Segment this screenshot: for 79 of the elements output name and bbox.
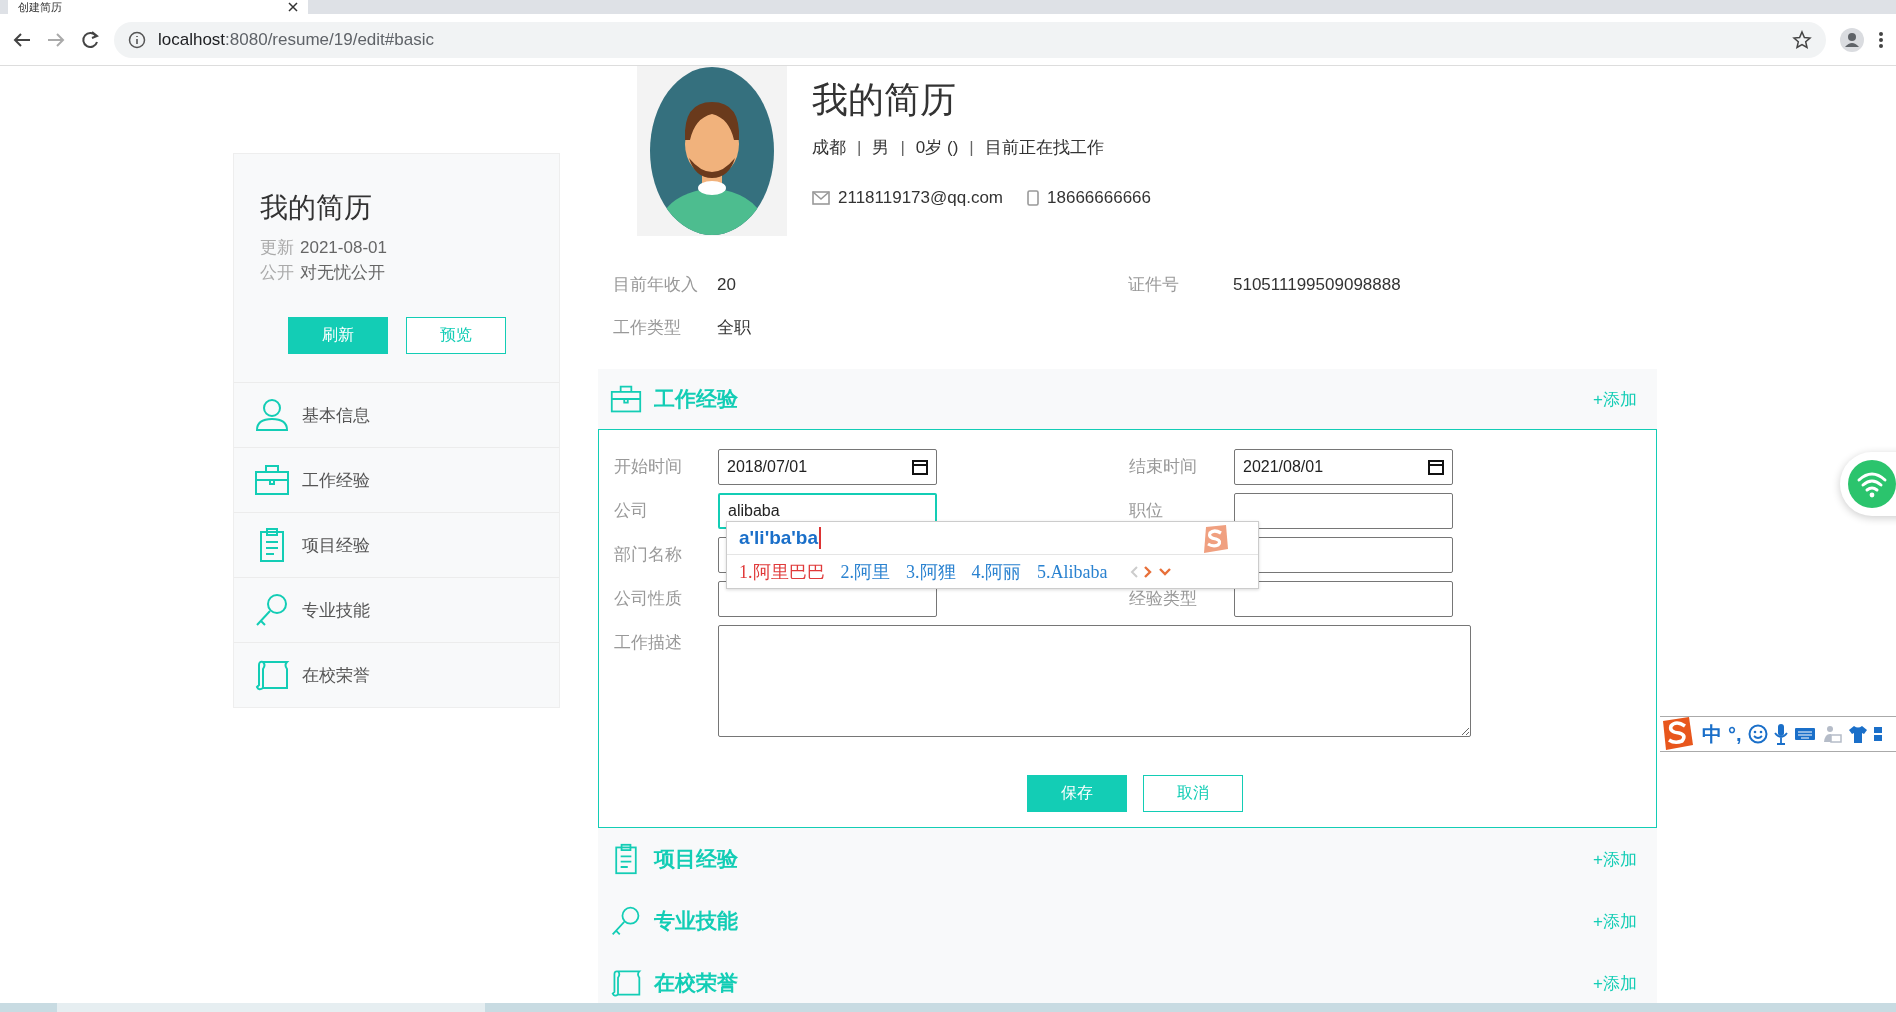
meta-value: 对无忧公开 (300, 262, 385, 284)
smiley-icon[interactable] (1747, 724, 1768, 744)
ime-mode-toggle[interactable]: 中 (1702, 720, 1722, 748)
sidebar-item[interactable]: 在校荣誉 (234, 642, 559, 707)
close-icon (288, 2, 298, 12)
meta-label: 更新 (260, 237, 294, 259)
magnifier-icon (610, 905, 642, 937)
meta-label: 公开 (260, 262, 294, 284)
calendar-icon (1428, 459, 1444, 475)
description-field[interactable] (718, 625, 1471, 737)
address-bar[interactable]: localhost:8080/resume/19/edit#basic (114, 21, 1826, 58)
separator: | (968, 137, 975, 159)
floating-widget[interactable] (1840, 452, 1896, 516)
section-title: 专业技能 (654, 908, 739, 934)
profile-icon[interactable] (1840, 27, 1864, 52)
profile-detail: 男 (872, 137, 890, 159)
date-field[interactable]: 2018/07/01 (718, 449, 937, 485)
ime-candidate[interactable]: 4.阿丽 (971, 560, 1021, 584)
shirt-icon[interactable] (1847, 724, 1868, 744)
field-label: 公司 (614, 500, 649, 522)
profile-detail: 目前正在找工作 (984, 137, 1104, 159)
calendar-icon (912, 459, 928, 475)
keyboard-icon[interactable] (1793, 726, 1816, 742)
field-label: 经验类型 (1129, 588, 1198, 610)
chevron-right-icon[interactable] (1143, 565, 1154, 579)
briefcase-icon (610, 383, 642, 415)
s-logo-icon[interactable] (1660, 716, 1696, 752)
microphone-icon[interactable] (1773, 723, 1788, 745)
info-label: 工作类型 (613, 317, 682, 339)
ime-candidate[interactable]: 5.Alibaba (1037, 561, 1108, 583)
ime-candidate[interactable]: 1.阿里巴巴 (739, 560, 825, 584)
magnifier-icon (254, 592, 290, 628)
resume-title: 我的简历 (260, 191, 373, 225)
field-label: 公司性质 (614, 588, 683, 610)
url-text: localhost:8080/resume/19/edit#basic (158, 29, 435, 50)
reload-icon[interactable] (80, 29, 100, 50)
section-title: 工作经验 (654, 386, 739, 412)
briefcase-icon (254, 462, 290, 498)
resume-name: 我的简历 (812, 78, 957, 122)
field-label: 部门名称 (614, 544, 683, 566)
field-label: 开始时间 (614, 456, 683, 478)
star-icon[interactable] (1792, 29, 1812, 50)
phone-text: 18666666666 (1047, 188, 1152, 208)
section-title: 项目经验 (654, 846, 739, 872)
info-value: 20 (717, 274, 737, 296)
email-text: 2118119173@qq.com (838, 188, 1004, 208)
field-label: 职位 (1129, 500, 1164, 522)
meta-value: 2021-08-01 (300, 237, 387, 259)
info-label: 证件号 (1128, 274, 1180, 296)
field-label: 工作描述 (614, 632, 683, 654)
ime-candidate[interactable]: 3.阿狸 (906, 560, 956, 584)
sidebar-item[interactable]: 项目经验 (234, 512, 559, 577)
ime-composition: a'li'ba'ba (739, 527, 822, 549)
field-label: 结束时间 (1129, 456, 1198, 478)
sidebar-item[interactable]: 工作经验 (234, 447, 559, 512)
section-title: 在校荣誉 (654, 970, 739, 996)
info-icon (128, 30, 146, 49)
profile-detail: 成都 (812, 137, 846, 159)
phone-icon (1027, 190, 1040, 206)
separator: | (899, 137, 906, 159)
ime-candidate[interactable]: 2.阿里 (840, 560, 890, 584)
profile-detail: 0岁 () (915, 137, 959, 159)
text-field[interactable] (1234, 493, 1453, 529)
text-field[interactable] (1234, 581, 1453, 617)
punctuation-toggle[interactable]: °, (1728, 722, 1742, 746)
browser-tab[interactable]: 创建简历 (8, 0, 308, 14)
person-icon (254, 397, 290, 433)
horizontal-scrollbar[interactable] (0, 1003, 1896, 1012)
info-label: 目前年收入 (613, 274, 699, 296)
sidebar-item[interactable]: 基本信息 (234, 382, 559, 447)
date-field[interactable]: 2021/08/01 (1234, 449, 1453, 485)
separator: | (856, 137, 863, 159)
mail-icon (812, 191, 830, 205)
sidebar-item[interactable]: 专业技能 (234, 577, 559, 642)
info-value: 全职 (717, 317, 752, 339)
info-value: 510511199509098888 (1233, 274, 1402, 296)
scroll-icon (610, 967, 642, 999)
wifi-icon (1848, 460, 1896, 508)
menu-icon[interactable] (1878, 29, 1884, 50)
